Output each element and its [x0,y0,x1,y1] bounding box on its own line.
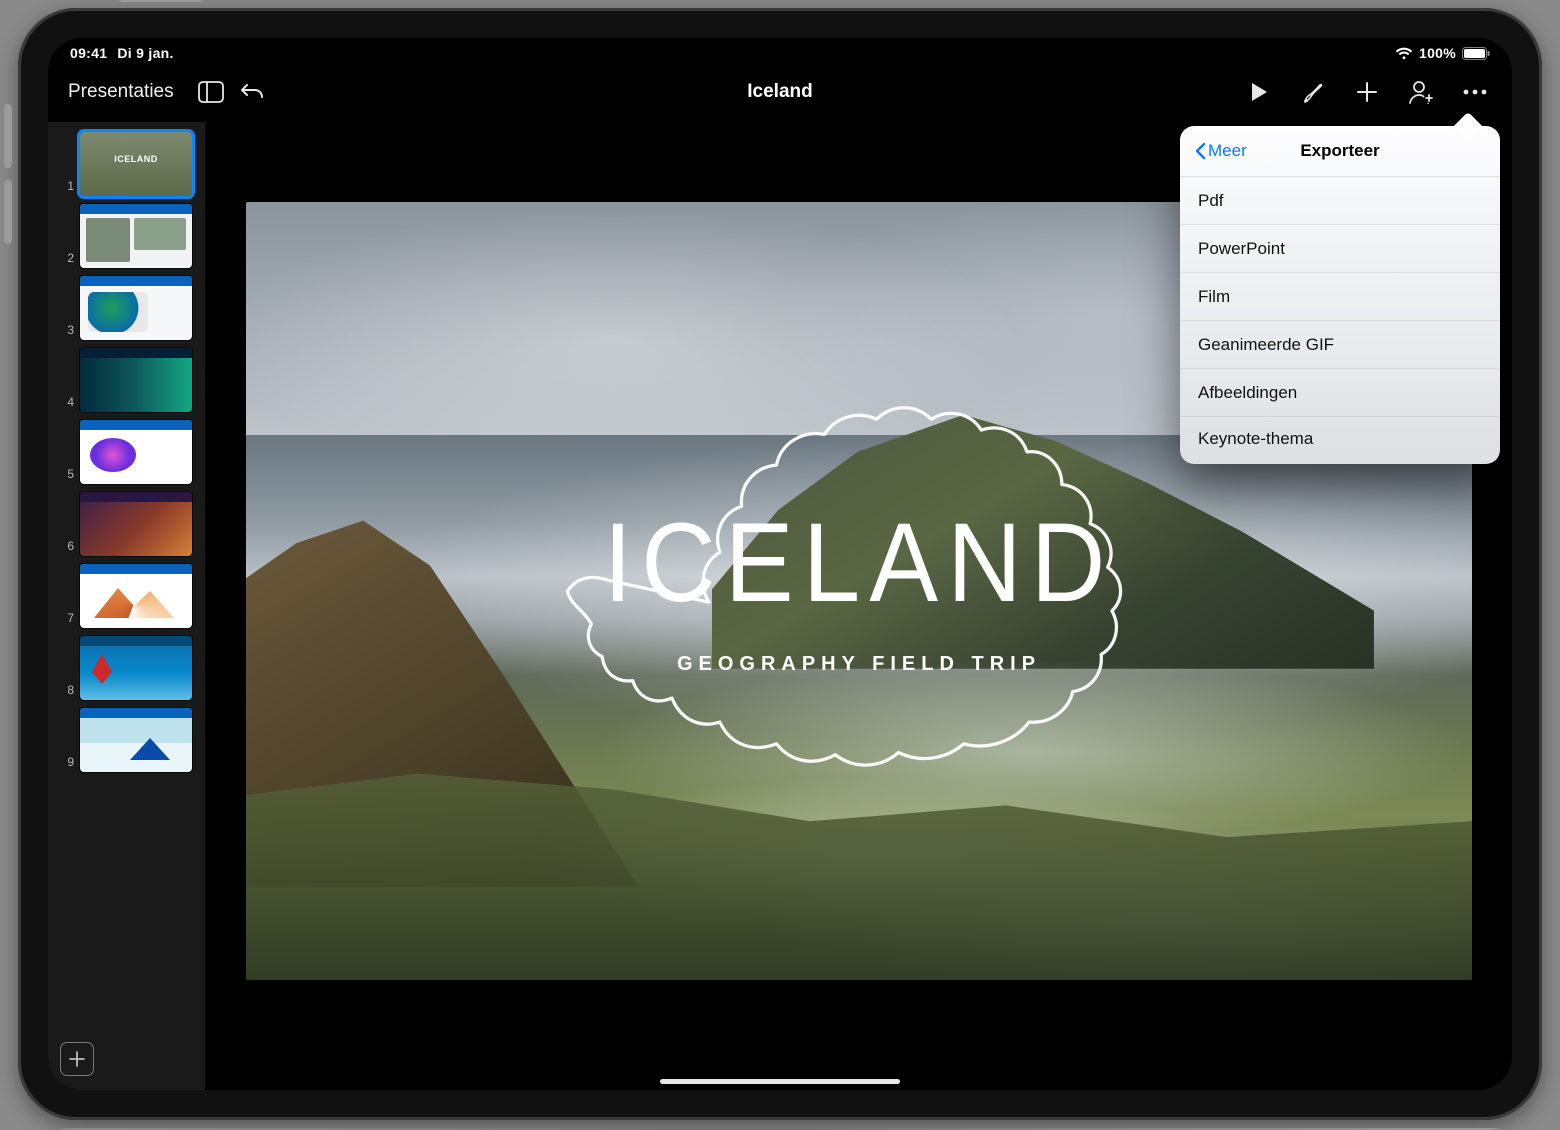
presentations-back-button[interactable]: Presentaties [64,81,178,103]
thumbnail-number: 6 [48,539,74,556]
thumbnail-number: 8 [48,683,74,700]
format-paintbrush-button[interactable] [1292,72,1334,112]
slide-thumbnail[interactable] [80,276,192,340]
thumbnail-row[interactable]: 6 [48,488,205,560]
slide-navigator: 1 ICELAND 2 3 4 [48,122,206,1090]
slide-thumbnail[interactable] [80,636,192,700]
ipad-frame: 09:41 Di 9 jan. 100% Presentaties [18,8,1542,1120]
export-option-movie[interactable]: Film [1180,272,1500,320]
thumbnail-row[interactable]: 7 [48,560,205,632]
more-button[interactable] [1454,72,1496,112]
export-option-keynote-theme[interactable]: Keynote-thema [1180,416,1500,464]
slide-thumbnail[interactable] [80,564,192,628]
thumbnail-row[interactable]: 3 [48,272,205,344]
thumbnail-row[interactable]: 4 [48,344,205,416]
export-option-pdf[interactable]: Pdf [1180,176,1500,224]
thumbnail-row[interactable]: 1 ICELAND [48,128,205,200]
chevron-left-icon [1194,142,1206,160]
slide-subtitle-text[interactable]: GEOGRAPHY FIELD TRIP [246,653,1472,676]
battery-percent: 100% [1419,45,1456,61]
slide-thumbnail[interactable] [80,492,192,556]
screen: 09:41 Di 9 jan. 100% Presentaties [48,38,1512,1090]
slide-thumbnail[interactable] [80,708,192,772]
thumbnail-number: 7 [48,611,74,628]
wifi-icon [1395,47,1413,60]
export-popover: Meer Exporteer Pdf PowerPoint Film Geani… [1180,126,1500,464]
popover-back-button[interactable]: Meer [1194,141,1247,161]
slide-thumbnail[interactable] [80,204,192,268]
thumbnail-number: 4 [48,395,74,412]
battery-icon [1462,47,1490,60]
slide-canvas-area[interactable]: ICELAND GEOGRAPHY FIELD TRIP Meer Export… [206,122,1512,1090]
thumbnail-number: 3 [48,323,74,340]
thumbnail-row[interactable]: 5 [48,416,205,488]
thumbnail-number: 9 [48,755,74,772]
popover-header: Meer Exporteer [1180,126,1500,176]
slide-thumbnail[interactable] [80,420,192,484]
export-option-powerpoint[interactable]: PowerPoint [1180,224,1500,272]
volume-down-button [4,180,12,244]
export-option-animated-gif[interactable]: Geanimeerde GIF [1180,320,1500,368]
thumbnail-row[interactable]: 2 [48,200,205,272]
home-indicator[interactable] [660,1079,900,1084]
thumbnail-number: 5 [48,467,74,484]
thumbnail-number: 1 [48,179,74,196]
thumbnail-row[interactable]: 9 [48,704,205,776]
thumbnail-row[interactable]: 8 [48,632,205,704]
undo-button[interactable] [232,72,274,112]
play-presentation-button[interactable] [1238,72,1280,112]
slide-title-text[interactable]: ICELAND [295,498,1423,627]
volume-up-button [4,104,12,168]
status-bar: 09:41 Di 9 jan. 100% [48,38,1512,68]
app-toolbar: Presentaties Iceland [48,68,1512,122]
thumbnail-number: 2 [48,251,74,268]
export-option-images[interactable]: Afbeeldingen [1180,368,1500,416]
slide-thumbnail[interactable]: ICELAND [80,132,192,196]
collaborate-button[interactable] [1400,72,1442,112]
sidebar-toggle-button[interactable] [190,72,232,112]
power-button [118,0,204,2]
status-date: Di 9 jan. [117,45,173,61]
status-time: 09:41 [70,45,107,61]
popover-back-label: Meer [1208,141,1247,161]
add-slide-button[interactable] [60,1042,94,1076]
add-button[interactable] [1346,72,1388,112]
workspace: 1 ICELAND 2 3 4 [48,122,1512,1090]
slide-thumbnail[interactable] [80,348,192,412]
thumbnail-title: ICELAND [80,154,192,164]
